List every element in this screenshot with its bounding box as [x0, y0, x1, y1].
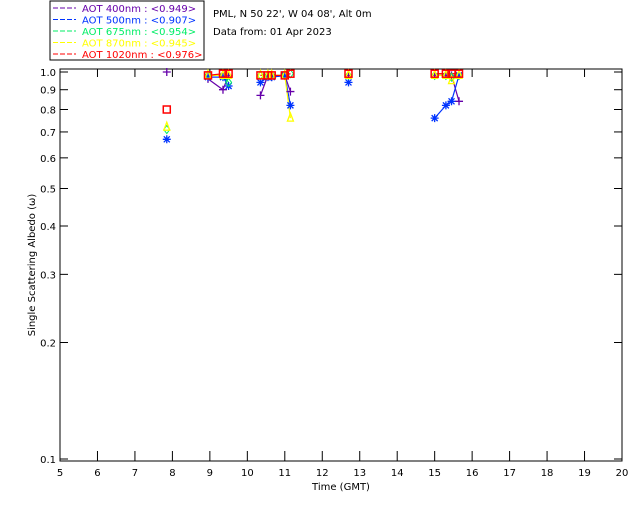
- x-tick-label: 5: [57, 468, 63, 479]
- x-axis-label: Time (GMT): [311, 482, 370, 493]
- x-tick-label: 6: [94, 468, 100, 479]
- x-tick-label: 20: [616, 468, 629, 479]
- legend-entry: AOT 870nm : <0.945>: [82, 39, 196, 50]
- x-tick-label: 10: [241, 468, 254, 479]
- x-tick-label: 8: [169, 468, 175, 479]
- axis-ticks: 5 6 7 8 9 10 11 12 13 14 15 16 17 18 19 20 0.1 0.2 0.3 0.4 0…: [40, 68, 628, 479]
- x-tick-label: 18: [541, 468, 554, 479]
- chart: AOT 400nm : <0.949>AOT 500nm : <0.907>AO…: [27, 0, 628, 493]
- y-tick-label: 0.7: [40, 128, 56, 139]
- x-tick-label: 9: [207, 468, 213, 479]
- x-tick-label: 19: [578, 468, 591, 479]
- x-tick-label: 7: [132, 468, 138, 479]
- legend-entry: AOT 1020nm : <0.976>: [82, 50, 202, 61]
- x-tick-label: 12: [316, 468, 329, 479]
- series-segment: [207, 78, 224, 91]
- x-tick-label: 13: [353, 468, 366, 479]
- y-tick-label: 0.3: [40, 270, 56, 281]
- x-tick-label: 11: [278, 468, 291, 479]
- legend-entry: AOT 400nm : <0.949>: [82, 4, 196, 15]
- y-axis-label: Single Scattering Albedo (ω): [27, 194, 38, 337]
- y-tick-label: 1.0: [40, 68, 56, 79]
- y-tick-label: 0.4: [40, 222, 56, 233]
- plot-frame: [59, 68, 623, 462]
- series-lines: [207, 73, 460, 119]
- date-info: Data from: 01 Apr 2023: [213, 27, 332, 38]
- y-tick-label: 0.8: [40, 106, 56, 117]
- y-tick-label: 0.1: [40, 455, 56, 466]
- legend: AOT 400nm : <0.949>AOT 500nm : <0.907>AO…: [49, 0, 205, 61]
- x-tick-label: 16: [466, 468, 479, 479]
- data-point-plus: [256, 91, 265, 100]
- data-point-asterisk: [441, 101, 450, 110]
- x-tick-label: 17: [503, 468, 516, 479]
- data-point-asterisk: [162, 135, 171, 144]
- y-tick-label: 0.5: [40, 184, 56, 195]
- data-point-plus: [218, 85, 227, 94]
- y-tick-label: 0.9: [40, 86, 56, 97]
- data-point-plus: [455, 97, 464, 106]
- site-info: PML, N 50 22', W 04 08', Alt 0m: [213, 9, 372, 20]
- legend-entry: AOT 500nm : <0.907>: [82, 16, 196, 27]
- data-point-asterisk: [286, 101, 295, 110]
- data-point-asterisk: [447, 97, 456, 106]
- y-tick-label: 0.6: [40, 154, 56, 165]
- x-tick-label: 15: [428, 468, 441, 479]
- y-tick-label: 0.2: [40, 339, 56, 350]
- data-points: [162, 68, 464, 144]
- x-tick-label: 14: [391, 468, 404, 479]
- data-point-asterisk: [430, 114, 439, 123]
- data-point-square: [162, 105, 172, 114]
- legend-entry: AOT 675nm : <0.954>: [82, 27, 196, 38]
